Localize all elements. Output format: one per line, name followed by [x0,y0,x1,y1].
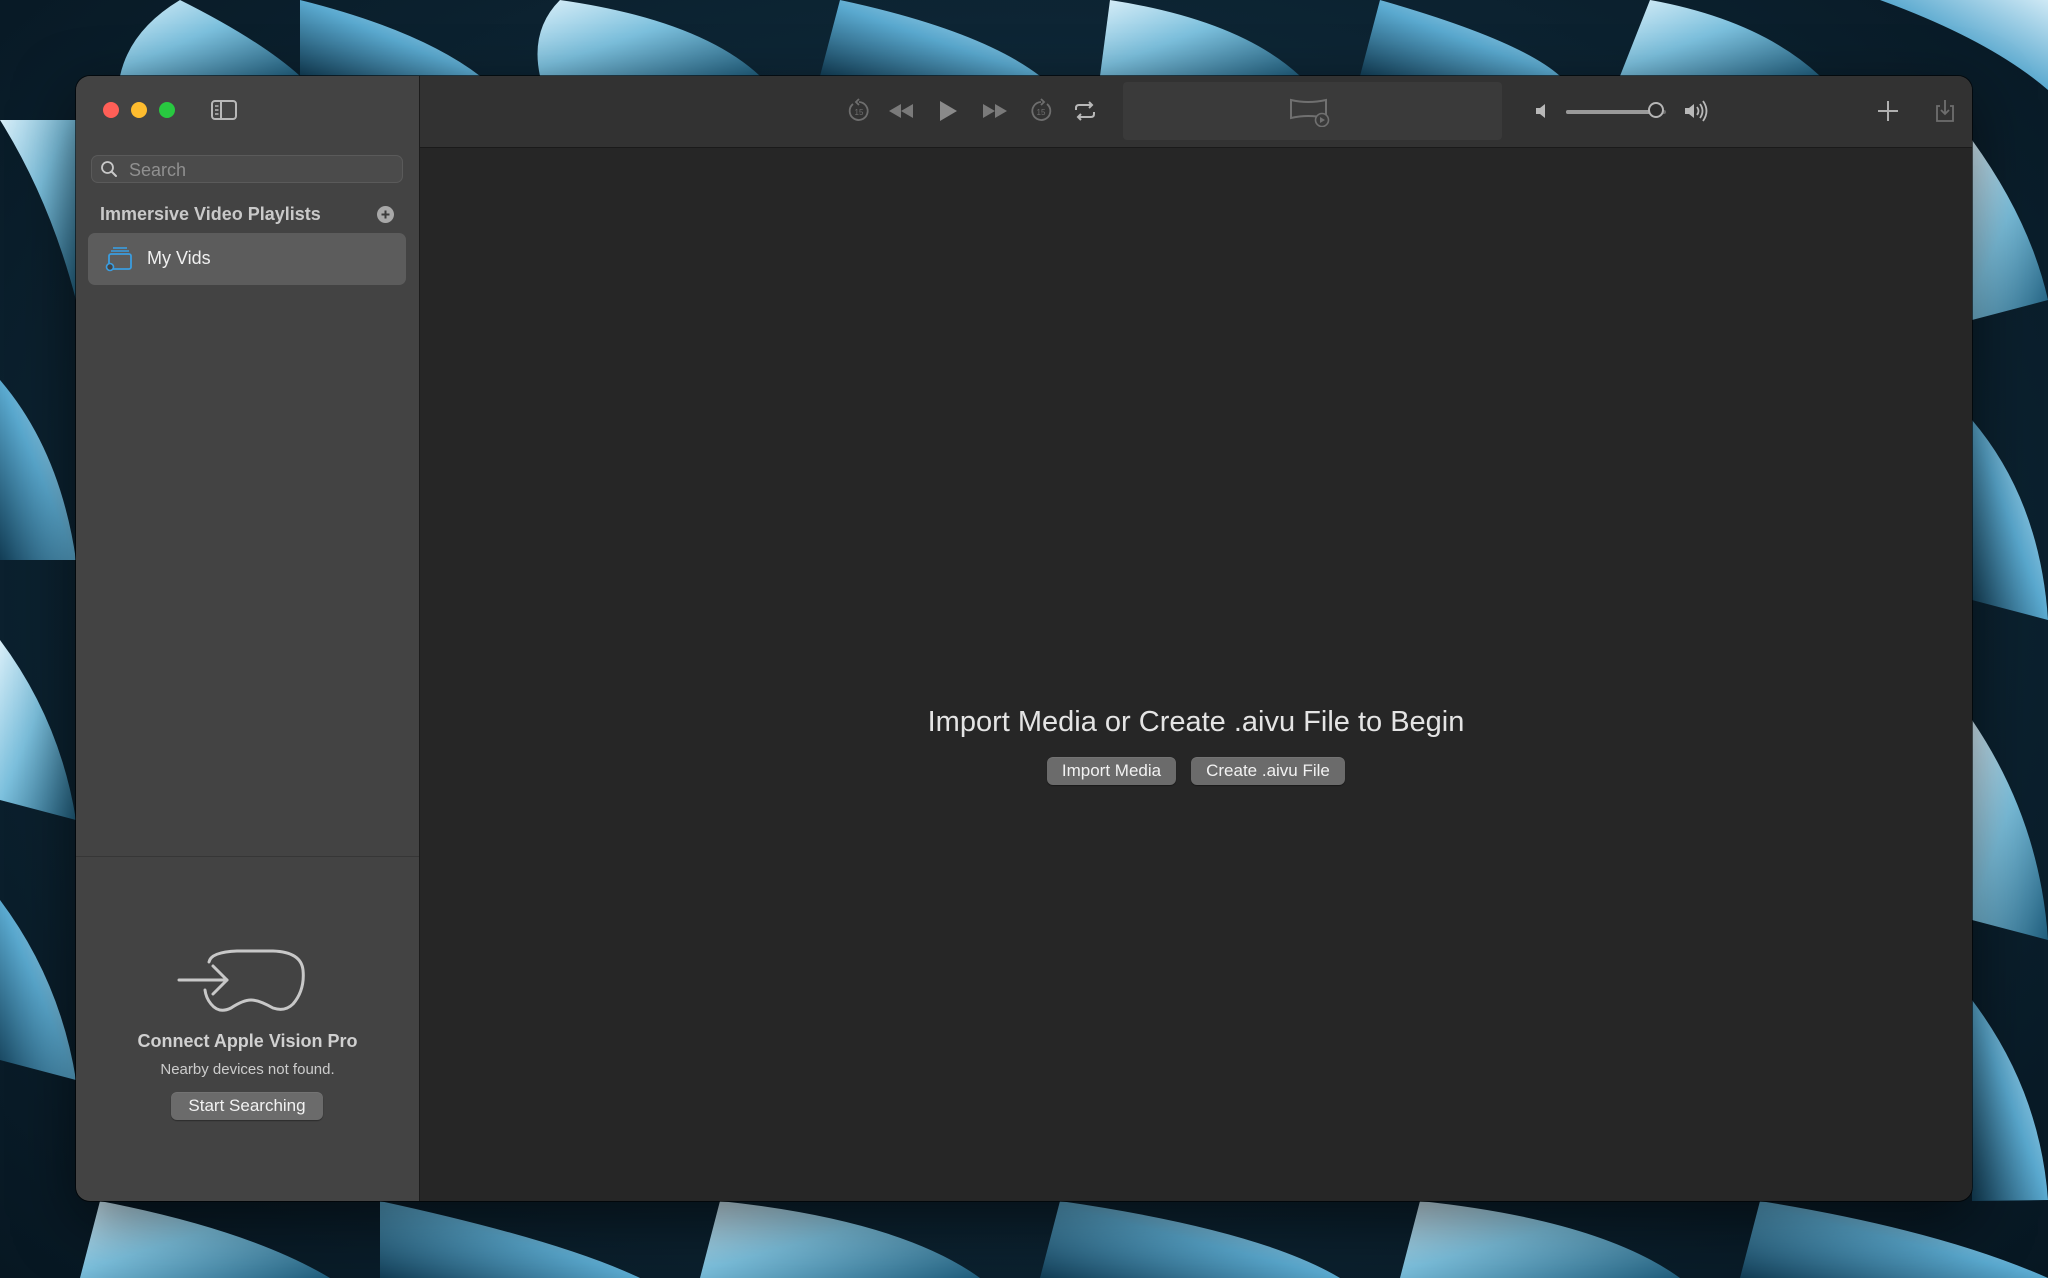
plus-circle-icon[interactable] [377,206,394,223]
svg-text:15: 15 [855,108,864,117]
skip-back-15-icon[interactable]: 15 [845,97,873,125]
fast-forward-icon[interactable] [981,97,1009,125]
main-content: Import Media or Create .aivu File to Beg… [420,148,1972,1201]
svg-text:15: 15 [1037,108,1046,117]
sidebar-toggle-icon[interactable] [210,98,238,122]
skip-forward-15-icon[interactable]: 15 [1027,97,1055,125]
speaker-low-icon[interactable] [1530,97,1558,125]
vision-pro-icon [177,946,309,1016]
sidebar-item-label: My Vids [147,248,211,268]
empty-state-title: Import Media or Create .aivu File to Beg… [927,706,1465,738]
volume-slider-fill [1566,110,1656,114]
repeat-icon[interactable] [1071,97,1099,125]
zoom-window-button[interactable] [159,102,175,118]
close-window-button[interactable] [103,102,119,118]
video-preview-well [1123,82,1502,140]
sidebar-divider [76,856,419,857]
minimize-window-button[interactable] [131,102,147,118]
sidebar: Immersive Video Playlists My Vids [76,76,420,1201]
plus-icon[interactable] [1874,97,1902,125]
create-aivu-file-button[interactable]: Create .aivu File [1191,757,1345,785]
speaker-high-icon[interactable] [1682,97,1710,125]
playlist-icon [105,245,133,273]
volume-slider-thumb[interactable] [1648,102,1664,118]
rewind-icon[interactable] [887,97,915,125]
toolbar: 15 15 [420,76,1972,148]
volume-slider[interactable] [1566,102,1666,118]
device-title: Connect Apple Vision Pro [137,1031,358,1051]
search-icon [100,160,118,178]
export-icon[interactable] [1931,97,1959,125]
playlists-section-title: Immersive Video Playlists [100,204,321,224]
app-window: Immersive Video Playlists My Vids [76,76,1972,1201]
play-icon[interactable] [933,97,961,125]
video-screen-icon [1288,95,1332,128]
sidebar-item-my-vids[interactable]: My Vids [88,233,406,285]
import-media-button[interactable]: Import Media [1047,757,1176,785]
device-status: Nearby devices not found. [160,1061,335,1078]
start-searching-button[interactable]: Start Searching [171,1092,323,1120]
search-input[interactable] [127,158,396,182]
search-field[interactable] [91,155,403,183]
